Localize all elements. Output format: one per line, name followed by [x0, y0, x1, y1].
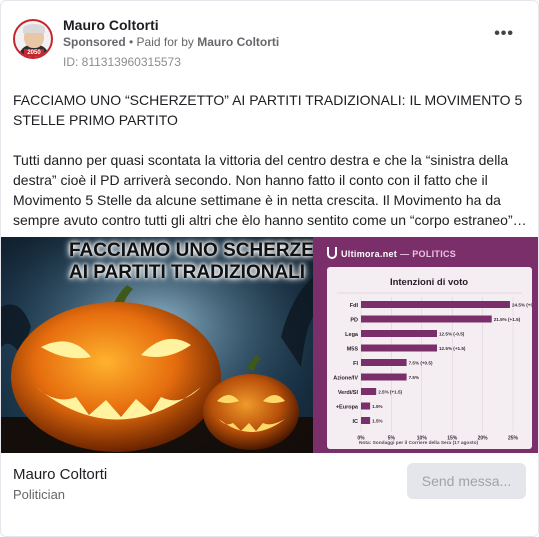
category-label: Azione/IV: [333, 376, 358, 382]
value-label: 24.5% (+0.5): [512, 303, 532, 308]
value-label: 12.5% (+1.5): [439, 346, 466, 351]
footer-category: Politician: [13, 487, 66, 502]
category-label: Lega: [345, 332, 359, 338]
vote-intention-chart: Intenzioni di voto FdI PD Lega M5S FI Azione/…: [333, 277, 538, 446]
big-pumpkin-icon: [11, 302, 221, 452]
chart-panel: Intenzioni di voto FdI PD Lega M5S FI Azione/…: [327, 267, 538, 449]
image-title: FACCIAMO UNO SCHERZETTO AI PARTITI TRADI…: [69, 239, 313, 283]
chart-footnote: Nota: Sondaggi per il Corriere della Ser…: [359, 440, 479, 446]
ad-id: ID: 811313960315573: [63, 55, 181, 69]
bar: [361, 388, 377, 395]
payer-name: Mauro Coltorti: [197, 35, 280, 49]
poll-infographic: Ultimora.net — POLITICS Intenzioni di vot…: [313, 237, 538, 453]
category-label: M5S: [347, 347, 359, 353]
x-tick-label: 20%: [478, 436, 489, 442]
post-header: 2050 Mauro Coltorti Sponsored • Paid for…: [13, 15, 526, 73]
bar: [361, 402, 371, 410]
more-options-button[interactable]: •••: [494, 26, 514, 42]
brand-section: — POLITICS: [400, 249, 457, 259]
bar: [361, 330, 437, 337]
bar: [361, 373, 407, 381]
ultimora-logo-icon: [327, 247, 337, 259]
send-message-button[interactable]: Send messa...: [407, 463, 526, 499]
category-label: +Europa: [336, 405, 359, 411]
value-label: 2.5% (+1.5): [378, 390, 402, 395]
avatar[interactable]: 2050: [13, 19, 53, 59]
value-label: 12.5% (-0.5): [439, 332, 465, 337]
halloween-image: FACCIAMO UNO SCHERZETTO AI PARTITI TRADI…: [1, 237, 313, 453]
category-label: IC: [353, 419, 359, 425]
image-title-line2: AI PARTITI TRADIZIONALI: [69, 262, 306, 283]
post-description[interactable]: Tutti danno per quasi scontata la vittor…: [13, 150, 528, 230]
bar: [361, 344, 437, 352]
x-tick-label: 25%: [508, 436, 519, 442]
ad-card: 2050 Mauro Coltorti Sponsored • Paid for…: [0, 0, 539, 537]
bar: [361, 359, 407, 366]
footer-page-name[interactable]: Mauro Coltorti: [13, 466, 107, 483]
chart-title: Intenzioni di voto: [390, 277, 468, 288]
paid-for-prefix: • Paid for by: [125, 35, 198, 49]
value-label: 1.5%: [372, 404, 382, 409]
post-headline: FACCIAMO UNO “SCHERZETTO” AI PARTITI TRA…: [13, 92, 523, 128]
image-title-line1: FACCIAMO UNO SCHERZETTO: [69, 240, 313, 261]
category-label: Verdi/SI: [338, 390, 359, 396]
page-name[interactable]: Mauro Coltorti: [63, 17, 159, 33]
bar: [361, 417, 371, 424]
brand-header: Ultimora.net — POLITICS: [327, 247, 456, 259]
category-label: PD: [350, 318, 358, 324]
small-pumpkin-icon: [203, 374, 299, 450]
bar: [361, 301, 510, 308]
sponsored-label: Sponsored: [63, 35, 126, 49]
value-label: 1.5%: [372, 419, 382, 424]
value-label: 21.5% (+1.5): [494, 317, 521, 322]
avatar-badge: 2050: [24, 49, 44, 57]
value-label: 7.5% (+0.5): [409, 361, 433, 366]
post-body: FACCIAMO UNO “SCHERZETTO” AI PARTITI TRA…: [13, 90, 528, 250]
value-label: 7.5%: [409, 375, 419, 380]
ad-footer: Mauro Coltorti Politician Send messa...: [1, 453, 538, 536]
avatar-hair: [23, 24, 45, 33]
brand-name: Ultimora.net: [341, 249, 398, 259]
category-label: FdI: [350, 303, 359, 309]
ad-image[interactable]: FACCIAMO UNO SCHERZETTO AI PARTITI TRADI…: [1, 237, 538, 453]
sponsored-line: Sponsored • Paid for by Mauro Coltorti: [63, 35, 279, 49]
bar: [361, 315, 492, 323]
category-label: FI: [353, 361, 358, 367]
